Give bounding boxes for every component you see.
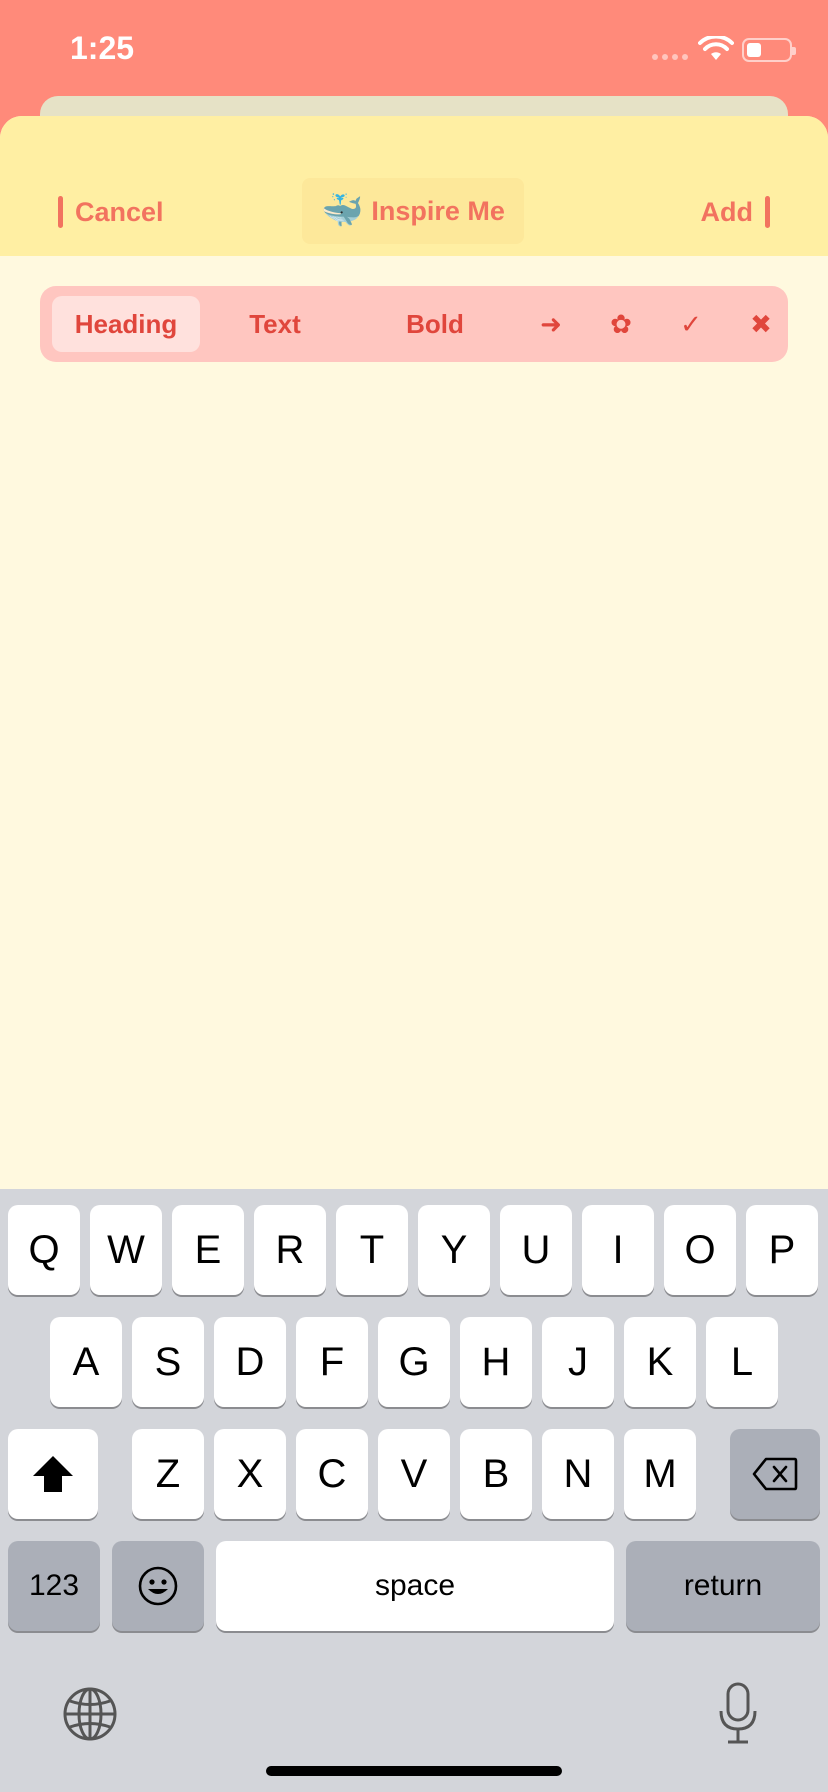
add-note-sheet: Cancel 🐳 Inspire Me Add Heading Text Bol… (0, 116, 828, 1192)
text-format-button[interactable]: Text (225, 286, 325, 362)
checkmark-icon[interactable]: ✓ (666, 286, 716, 362)
key-y[interactable]: Y (418, 1205, 490, 1295)
cellular-signal-icon (652, 54, 688, 60)
key-i[interactable]: I (582, 1205, 654, 1295)
home-indicator (266, 1766, 562, 1776)
key-r[interactable]: R (254, 1205, 326, 1295)
microphone-icon[interactable] (716, 1681, 760, 1745)
note-text-area[interactable] (0, 376, 828, 1192)
key-h[interactable]: H (460, 1317, 532, 1407)
shift-key[interactable] (8, 1429, 98, 1519)
globe-icon[interactable] (62, 1686, 118, 1742)
key-o[interactable]: O (664, 1205, 736, 1295)
bold-format-button[interactable]: Bold (385, 286, 485, 362)
status-bar: 1:25 (0, 0, 828, 100)
cross-icon[interactable]: ✖ (736, 286, 786, 362)
emoji-key[interactable] (112, 1541, 204, 1631)
key-z[interactable]: Z (132, 1429, 204, 1519)
key-m[interactable]: M (624, 1429, 696, 1519)
battery-icon (742, 38, 796, 62)
sheet-header: Cancel 🐳 Inspire Me Add (0, 116, 828, 256)
backspace-icon (752, 1457, 798, 1491)
add-button[interactable]: Add (701, 196, 770, 228)
cancel-button[interactable]: Cancel (58, 196, 164, 228)
key-a[interactable]: A (50, 1317, 122, 1407)
key-f[interactable]: F (296, 1317, 368, 1407)
whale-icon: 🐳 (321, 192, 364, 230)
key-e[interactable]: E (172, 1205, 244, 1295)
space-key[interactable]: space (216, 1541, 614, 1631)
keyboard: Q W E R T Y U I O P A S D F G H J K L Z … (0, 1189, 828, 1792)
status-time: 1:25 (70, 30, 135, 66)
numbers-key[interactable]: 123 (8, 1541, 100, 1631)
wifi-icon (698, 36, 734, 60)
shift-arrow-icon (33, 1456, 73, 1492)
return-key[interactable]: return (626, 1541, 820, 1631)
key-x[interactable]: X (214, 1429, 286, 1519)
key-p[interactable]: P (746, 1205, 818, 1295)
key-s[interactable]: S (132, 1317, 204, 1407)
key-k[interactable]: K (624, 1317, 696, 1407)
inspire-me-label: Inspire Me (371, 195, 505, 226)
cancel-label: Cancel (75, 196, 164, 227)
key-q[interactable]: Q (8, 1205, 80, 1295)
key-b[interactable]: B (460, 1429, 532, 1519)
key-d[interactable]: D (214, 1317, 286, 1407)
format-toolbar: Heading Text Bold ➜ ✿ ✓ ✖ (40, 286, 788, 362)
key-l[interactable]: L (706, 1317, 778, 1407)
key-j[interactable]: J (542, 1317, 614, 1407)
key-v[interactable]: V (378, 1429, 450, 1519)
add-label: Add (700, 196, 753, 227)
key-u[interactable]: U (500, 1205, 572, 1295)
key-t[interactable]: T (336, 1205, 408, 1295)
key-g[interactable]: G (378, 1317, 450, 1407)
key-w[interactable]: W (90, 1205, 162, 1295)
flower-icon[interactable]: ✿ (596, 286, 646, 362)
add-bar-icon (765, 196, 770, 228)
emoji-icon (138, 1566, 178, 1606)
key-n[interactable]: N (542, 1429, 614, 1519)
heading-format-button[interactable]: Heading (52, 296, 200, 352)
backspace-key[interactable] (730, 1429, 820, 1519)
cancel-bar-icon (58, 196, 63, 228)
key-c[interactable]: C (296, 1429, 368, 1519)
inspire-me-button[interactable]: 🐳 Inspire Me (302, 178, 524, 244)
arrow-icon[interactable]: ➜ (526, 286, 576, 362)
